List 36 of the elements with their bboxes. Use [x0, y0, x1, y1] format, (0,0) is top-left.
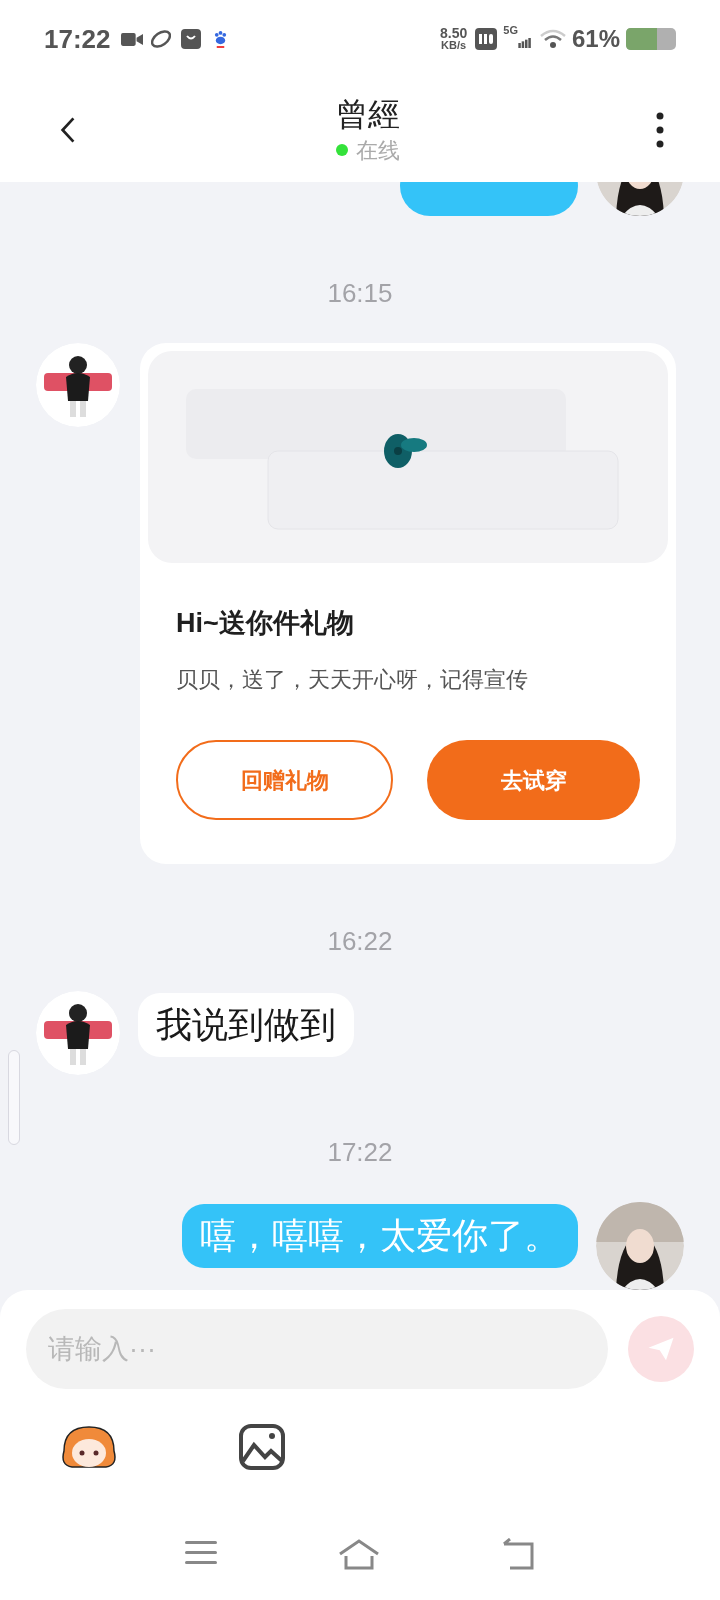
paw-icon [212, 30, 228, 48]
timestamp: 16:22 [327, 925, 393, 959]
image-icon [238, 1423, 286, 1472]
return-gift-button[interactable]: 回赠礼物 [176, 740, 393, 821]
gift-title: Hi~送你件礼物 [176, 606, 355, 640]
hd-icon [475, 28, 498, 51]
avatar[interactable] [36, 342, 120, 427]
battery-percent: 61% [571, 24, 620, 55]
network-type: 5G [503, 23, 518, 38]
message-bubble: 我说到做到 [138, 993, 354, 1058]
try-on-button[interactable]: 去试穿 [427, 740, 640, 821]
message-input[interactable]: 请输入··· [26, 1309, 608, 1390]
network-speed: 8.50 [440, 27, 468, 40]
image-button[interactable] [238, 1423, 286, 1472]
more-icon [656, 112, 664, 149]
gift-message: 贝贝，送了，天天开心呀，记得宣传 [176, 666, 529, 695]
network-speed-unit: KB/s [441, 39, 467, 52]
back-nav-button[interactable] [500, 1538, 536, 1570]
back-icon [59, 116, 77, 145]
video-camera-icon [120, 31, 143, 47]
avatar[interactable] [596, 1202, 684, 1291]
timestamp: 16:15 [327, 276, 393, 310]
message-bubble: 嘻，嘻嘻，太爱你了。 [182, 1204, 578, 1269]
return-icon [500, 1538, 536, 1570]
planet-icon [150, 29, 171, 50]
home-icon [338, 1538, 380, 1570]
avatar[interactable] [36, 991, 120, 1076]
wifi-icon [539, 29, 566, 50]
clock: 17:22 [44, 22, 111, 56]
battery-icon [626, 28, 676, 51]
presence-status: 在线 [356, 136, 400, 165]
timestamp: 17:22 [327, 1136, 393, 1170]
chat-title: 曾經 [336, 94, 400, 134]
home-button[interactable] [338, 1538, 380, 1570]
shopping-bag-icon [180, 29, 201, 50]
signal-icon [517, 38, 532, 49]
